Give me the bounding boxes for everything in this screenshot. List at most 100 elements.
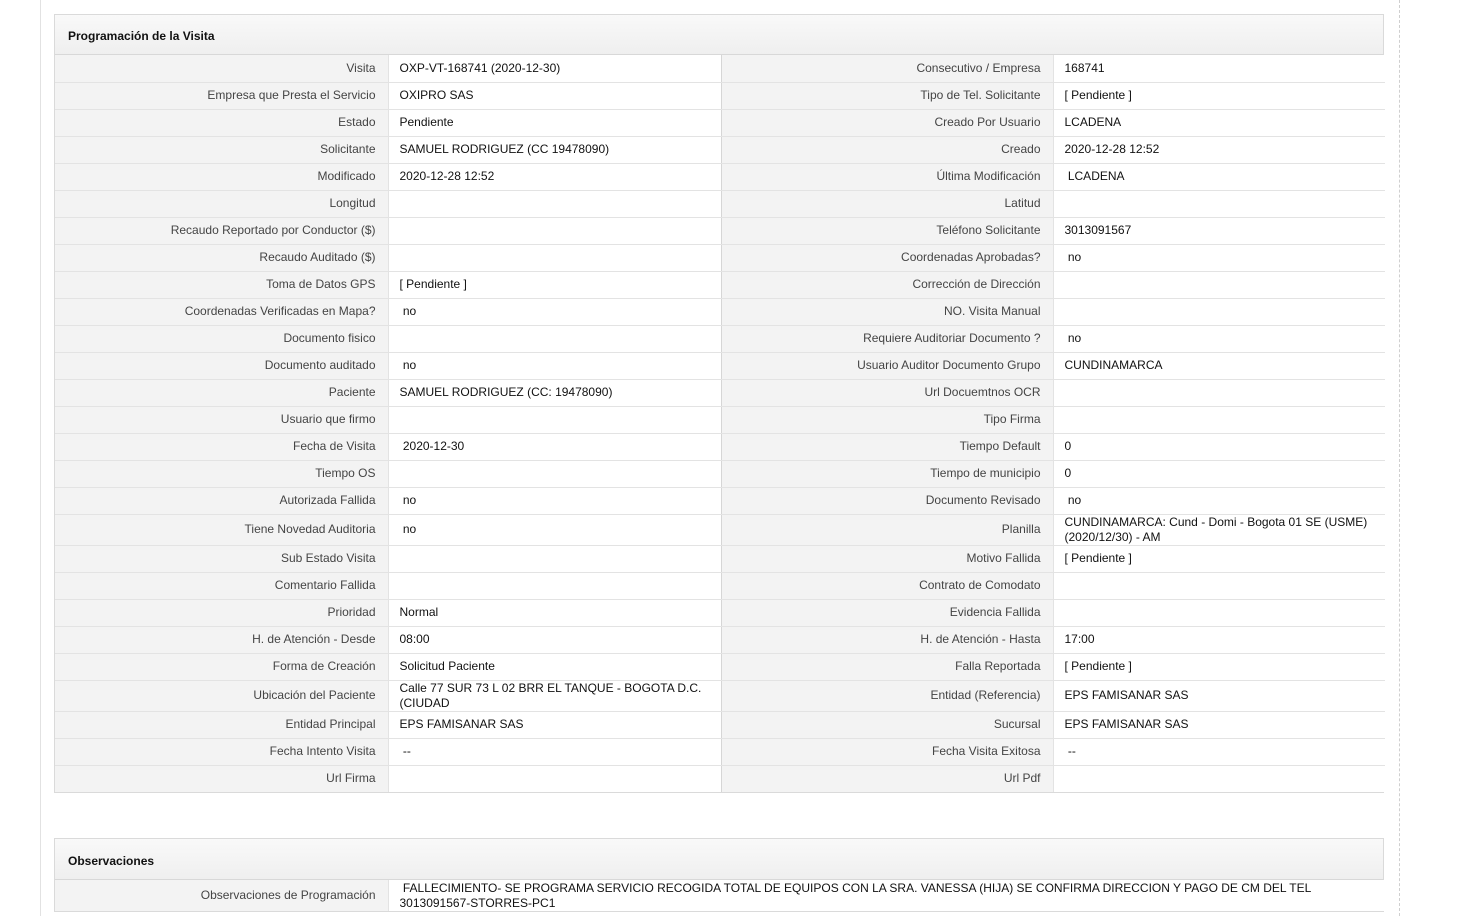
field-value: 168741 [1052,55,1385,83]
field-label: Sub Estado Visita [55,545,388,573]
field-label: Consecutivo / Empresa [720,55,1053,83]
detail-row: Forma de Creación Solicitud Paciente Falla… [55,653,1385,681]
observaciones-table: Observaciones de Programación FALLECIMIE… [55,880,1385,911]
field-label: Documento fisico [55,325,388,353]
field-value [387,217,721,245]
field-label: Latitud [720,190,1053,218]
field-label: Fecha Intento Visita [55,738,388,766]
field-label: Toma de Datos GPS [55,271,388,299]
field-value [387,325,721,353]
field-label: Documento auditado [55,352,388,380]
detail-row: Tiene Novedad Auditoria no Planilla CUNDIN… [55,514,1385,546]
detail-row: Documento auditado no Usuario Auditor Doc… [55,352,1385,380]
field-value: OXP-VT-168741 (2020-12-30) [387,55,721,83]
field-label: Documento Revisado [720,487,1053,515]
field-label: Fecha Visita Exitosa [720,738,1053,766]
detail-row: Entidad Principal EPS FAMISANAR SAS Sucurs… [55,711,1385,739]
programacion-table: Visita OXP-VT-168741 (2020-12-30) Consecut… [55,55,1385,792]
observaciones-panel: Observaciones Observaciones de Programac… [54,838,1385,912]
field-value: 3013091567 [1052,217,1385,245]
field-label: Usuario Auditor Documento Grupo [720,352,1053,380]
field-label: Tiempo de municipio [720,460,1053,488]
detail-row: Url Firma Url Pdf [55,765,1385,792]
field-value: no [1052,487,1385,515]
field-value: 0 [1052,433,1385,461]
detail-row: Ubicación del Paciente Calle 77 SUR 73 L … [55,680,1385,712]
field-value: 2020-12-28 12:52 [387,163,721,191]
field-value: no [1052,244,1385,272]
field-value: 08:00 [387,626,721,654]
field-label: Entidad Principal [55,711,388,739]
field-value [387,765,721,792]
field-value: no [387,514,721,546]
field-value: [ Pendiente ] [1052,82,1385,110]
field-label: Entidad (Referencia) [720,680,1053,712]
field-label: Recaudo Reportado por Conductor ($) [55,217,388,245]
field-value: [ Pendiente ] [387,271,721,299]
field-value: CUNDINAMARCA: Cund - Domi - Bogota 01 SE… [1052,514,1385,546]
field-label: Forma de Creación [55,653,388,681]
programacion-panel: Programación de la Visita Visita OXP-VT-1… [54,14,1385,793]
field-label: Sucursal [720,711,1053,739]
field-label: Requiere Auditoriar Documento ? [720,325,1053,353]
detail-row: Prioridad Normal Evidencia Fallida [55,599,1385,627]
field-label: Url Docuemtnos OCR [720,379,1053,407]
field-label: Tiempo OS [55,460,388,488]
field-label: Corrección de Dirección [720,271,1053,299]
field-value: 2020-12-28 12:52 [1052,136,1385,164]
field-label: Tiene Novedad Auditoria [55,514,388,546]
field-label: Creado [720,136,1053,164]
field-value: 17:00 [1052,626,1385,654]
field-value: EPS FAMISANAR SAS [387,711,721,739]
field-value: EPS FAMISANAR SAS [1052,711,1385,739]
field-value [1052,572,1385,600]
field-value: no [387,352,721,380]
field-label: Tipo Firma [720,406,1053,434]
page-right-dashed-border [1399,0,1400,916]
field-value [387,406,721,434]
field-value: 2020-12-30 [387,433,721,461]
field-value: -- [387,738,721,766]
field-value [1052,406,1385,434]
field-label: Solicitante [55,136,388,164]
field-value [387,190,721,218]
field-label: Contrato de Comodato [720,572,1053,600]
field-label: Motivo Fallida [720,545,1053,573]
field-label: Ubicación del Paciente [55,680,388,712]
page-left-border [40,0,41,916]
field-value [1052,271,1385,299]
field-label: Empresa que Presta el Servicio [55,82,388,110]
field-value: SAMUEL RODRIGUEZ (CC 19478090) [387,136,721,164]
field-value: [ Pendiente ] [1052,545,1385,573]
field-label: Teléfono Solicitante [720,217,1053,245]
field-value [1052,599,1385,627]
detail-row: Tiempo OS Tiempo de municipio 0 [55,460,1385,488]
field-value: [ Pendiente ] [1052,653,1385,681]
field-label: Autorizada Fallida [55,487,388,515]
field-label: Creado Por Usuario [720,109,1053,137]
field-label: Estado [55,109,388,137]
field-label: Longitud [55,190,388,218]
detail-row: Paciente SAMUEL RODRIGUEZ (CC: 19478090) U… [55,379,1385,407]
field-label: Evidencia Fallida [720,599,1053,627]
field-value [387,572,721,600]
field-value: LCADENA [1052,109,1385,137]
field-value: LCADENA [1052,163,1385,191]
field-value [1052,298,1385,326]
detail-row: Fecha Intento Visita -- Fecha Visita Exit… [55,738,1385,766]
field-label: Falla Reportada [720,653,1053,681]
field-value: CUNDINAMARCA [1052,352,1385,380]
field-label: Coordenadas Verificadas en Mapa? [55,298,388,326]
detail-row: Fecha de Visita 2020-12-30 Tiempo Default… [55,433,1385,461]
detail-row: H. de Atención - Desde 08:00 H. de Atenció… [55,626,1385,654]
field-value: Pendiente [387,109,721,137]
field-value: SAMUEL RODRIGUEZ (CC: 19478090) [387,379,721,407]
detail-row: Coordenadas Verificadas en Mapa? no NO. V… [55,298,1385,326]
field-label: Url Pdf [720,765,1053,792]
detail-row: Sub Estado Visita Motivo Fallida[ Pendien… [55,545,1385,573]
field-label: Paciente [55,379,388,407]
detail-row: Comentario Fallida Contrato de Comodato [55,572,1385,600]
field-label: Planilla [720,514,1053,546]
field-value [387,545,721,573]
field-label: Url Firma [55,765,388,792]
